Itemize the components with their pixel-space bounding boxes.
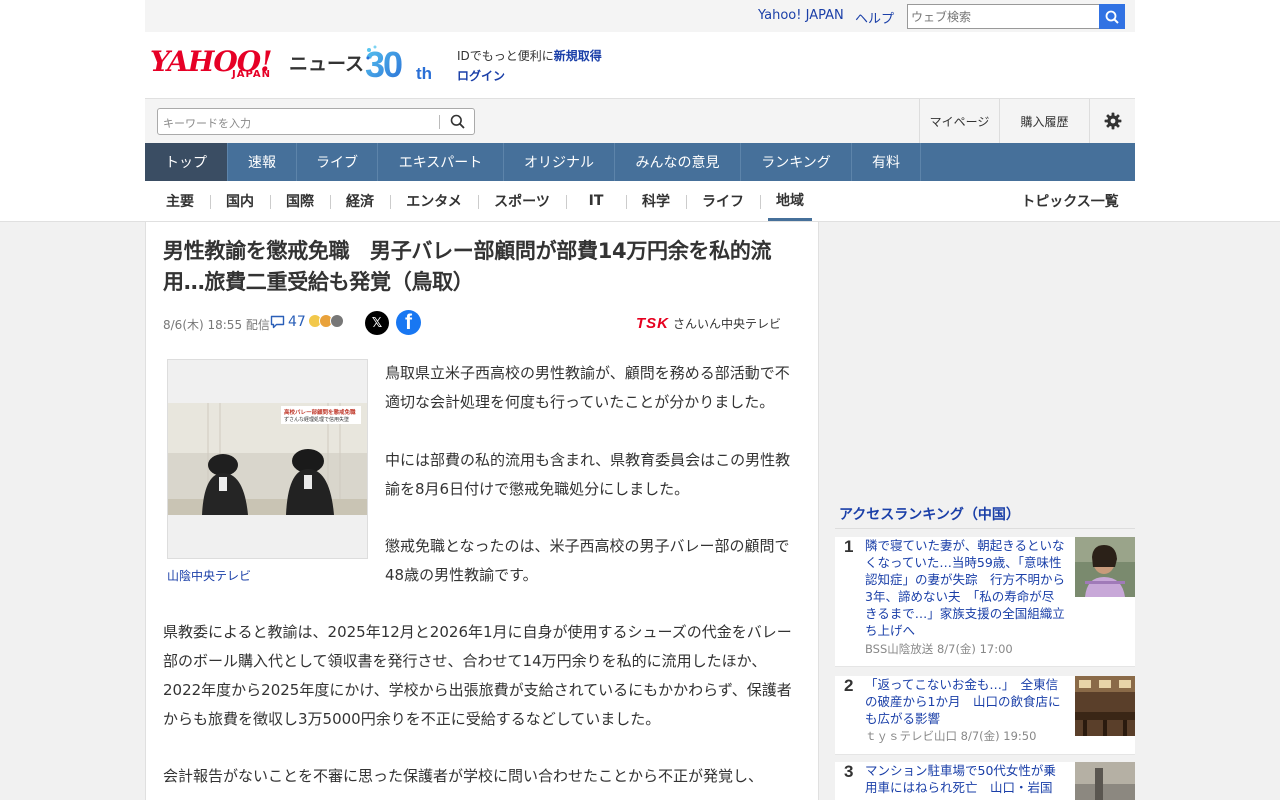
keyword-input[interactable]: キーワードを入力 [163,115,251,131]
id-prompt: IDでもっと便利に新規取得 [457,47,602,64]
cat-science[interactable]: 科学 [631,181,681,221]
divider [626,195,627,209]
gnav-breaking[interactable]: 速報 [228,143,297,181]
signup-link[interactable]: 新規取得 [554,49,602,63]
photo-caption-2: ずさんな経理処理で信用失墜 [284,416,349,423]
web-search-input[interactable] [907,4,1100,29]
yahoo-japan-link[interactable]: Yahoo! JAPAN [758,8,844,23]
utility-bar: Yahoo! JAPAN ヘルプ [145,0,1135,32]
id-prompt-text: IDでもっと便利に [457,49,554,63]
divider [390,195,391,209]
login-link[interactable]: ログイン [457,67,505,84]
help-link[interactable]: ヘルプ [855,8,894,27]
article-title: 男性教諭を懲戒免職 男子バレー部顧問が部費14万円余を私的流用…旅費二重受給も発… [163,239,772,294]
share-x-button[interactable]: 𝕏 [365,311,389,335]
paragraph-2: 中には部費の私的流用も含まれ、県教育委員会はこの男性教諭を8月6日付けで懲戒免職… [385,451,791,498]
publish-date: 8/6(木) 18:55 [163,318,243,332]
article: 男性教諭を懲戒免職 男子バレー部顧問が部費14万円余を私的流用…旅費二重受給も発… [145,222,819,800]
settings-button[interactable] [1089,99,1135,143]
ranking-source: ｔｙｓテレビ山口 8/7(金) 19:50 [865,729,1037,743]
reaction-icons[interactable] [308,314,344,328]
anniversary-suffix: th [416,64,432,83]
rank-number: 3 [844,762,854,781]
paragraph-1: 鳥取県立米子西高校の男性教諭が、顧問を務める部活動で不適切な会計処理を何度も行っ… [385,364,790,411]
access-ranking-heading[interactable]: アクセスランキング（中国） [835,499,1135,529]
cat-life[interactable]: ライフ [691,181,755,221]
source-link[interactable]: TSK さんいん中央テレビ [636,315,781,332]
gear-icon [1104,112,1121,130]
reaction-think-icon [330,314,344,328]
ranking-thumbnail [1075,762,1135,800]
mypage-link[interactable]: マイページ [919,99,999,143]
ranking-source: BSS山陰放送 8/7(金) 17:00 [865,642,1013,656]
yahoo-logo-japan: JAPAN [232,69,271,80]
header: Yahoo! JAPAN ヘルプ YAHOO! JAPAN ニュース 30 th [0,0,1280,222]
ranking-item[interactable]: 1 隣で寝ていた妻が、朝起きるといなくなっていた…当時59歳、「意味性認知症」の… [835,537,1135,667]
divider [835,666,1135,667]
tsk-logo: TSK [636,315,669,332]
rank-number: 1 [844,537,854,556]
paragraph-3: 懲戒免職となったのは、米子西高校の男子バレー部の顧問で48歳の男性教諭です。 [385,537,790,584]
30th-anniversary-logo[interactable]: 30 th [365,44,447,85]
rank-number: 2 [844,676,854,695]
search-bar: キーワードを入力 マイページ 購入履歴 [145,98,1135,143]
ranking-title: 「返ってこないお金も…」 全東信の破産から1か月 山口の飲食店にも広がる影響 [865,677,1061,726]
cat-international[interactable]: 国際 [275,181,325,221]
ranking-item[interactable]: 3 マンション駐車場で50代女性が乗用車にはねられ死亡 山口・岩国 [835,762,1135,800]
web-search-button[interactable] [1099,4,1125,29]
cat-entertainment[interactable]: エンタメ [395,181,473,221]
gnav-live[interactable]: ライブ [297,143,378,181]
search-icon[interactable] [450,114,465,133]
topics-list-link[interactable]: トピックス一覧 [1015,181,1125,221]
search-icon [1105,10,1119,24]
divider [439,115,440,129]
news-service-name: ニュース [289,53,365,75]
cat-it[interactable]: IT [571,181,621,221]
cat-domestic[interactable]: 国内 [215,181,265,221]
photo-caption-1: 高校バレー部顧問を懲戒免職 [284,408,356,416]
x-icon: 𝕏 [371,315,383,331]
ranking-thumbnail [1075,537,1135,597]
comment-icon [270,315,285,329]
gnav-original[interactable]: オリジナル [504,143,615,181]
divider [760,195,761,209]
gnav-top[interactable]: トップ [145,143,228,181]
cat-main[interactable]: 主要 [155,181,205,221]
page: Yahoo! JAPAN ヘルプ YAHOO! JAPAN ニュース 30 th [0,0,1280,800]
divider [686,195,687,209]
article-meta: 8/6(木) 18:55 配信 [163,316,270,333]
photo-credit[interactable]: 山陰中央テレビ [167,567,251,584]
keyword-search[interactable]: キーワードを入力 [157,108,475,135]
comment-count: 47 [288,314,306,330]
divider [270,195,271,209]
source-name: さんいん中央テレビ [673,317,782,331]
cat-sports[interactable]: スポーツ [483,181,561,221]
ranking-title: 隣で寝ていた妻が、朝起きるといなくなっていた…当時59歳、「意味性認知症」の妻が… [865,538,1066,638]
cat-economy[interactable]: 経済 [335,181,385,221]
purchase-history-link[interactable]: 購入履歴 [999,99,1089,143]
paragraph-5: 会計報告がないことを不審に思った保護者が学校に問い合わせたことから不正が発覚し、 [163,767,764,785]
global-nav: トップ 速報 ライブ エキスパート オリジナル みんなの意見 ランキング 有料 [145,143,1135,181]
gnav-expert[interactable]: エキスパート [378,143,504,181]
gnav-ranking[interactable]: ランキング [741,143,852,181]
paragraph-4: 県教委によると教諭は、2025年12月と2026年1月に自身が使用するシューズの… [163,623,792,728]
ranking-item[interactable]: 2 「返ってこないお金も…」 全東信の破産から1か月 山口の飲食店にも広がる影響… [835,676,1135,754]
divider [330,195,331,209]
article-photo[interactable]: 高校バレー部顧問を懲戒免職 ずさんな経理処理で信用失墜 [167,359,368,559]
cat-local[interactable]: 地域 [768,181,812,221]
distributed-label: 配信 [245,318,270,332]
divider [478,195,479,209]
divider [835,754,1135,755]
ranking-thumbnail [1075,676,1135,736]
ranking-title: マンション駐車場で50代女性が乗用車にはねられ死亡 山口・岩国 [865,763,1056,795]
category-nav: 主要 国内 国際 経済 エンタメ スポーツ IT 科学 ライフ 地域 トピックス… [145,181,1135,221]
brand-row: YAHOO! JAPAN ニュース 30 th IDでもっと便利に新規取得 ログ… [145,32,1135,98]
gnav-paid[interactable]: 有料 [852,143,921,181]
divider [210,195,211,209]
divider [566,195,567,209]
gnav-opinion[interactable]: みんなの意見 [615,143,741,181]
facebook-icon: f [405,311,412,334]
share-facebook-button[interactable]: f [396,310,421,335]
comments-link[interactable]: 47 [270,314,306,330]
